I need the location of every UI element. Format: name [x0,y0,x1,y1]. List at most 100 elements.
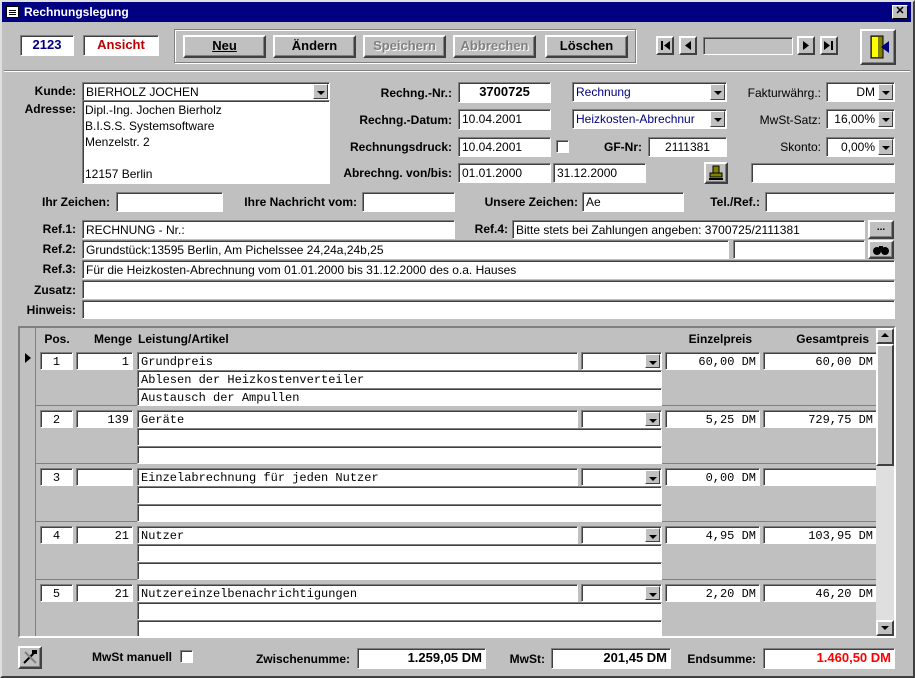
cancel-button[interactable]: Abbrechen [453,35,536,58]
abrechng-bis-field[interactable]: 31.12.2000 [553,163,646,183]
chevron-down-icon[interactable] [645,586,660,600]
gesamtpreis-field[interactable]: 729,75 DM [763,410,877,428]
leistung-line2-field[interactable] [137,544,662,562]
chevron-down-icon[interactable] [645,354,660,368]
chevron-down-icon[interactable] [645,528,660,542]
leistung-line2-field[interactable]: Ablesen der Heizkostenverteiler [137,370,662,388]
abrechng-von-field[interactable]: 01.01.2000 [458,163,551,183]
einzelpreis-field[interactable]: 5,25 DM [665,410,760,428]
scroll-thumb[interactable] [876,344,894,466]
delete-button[interactable]: Löschen [545,35,628,58]
gesamtpreis-field[interactable]: 46,20 DM [763,584,877,602]
fakturawaehrung-combo[interactable]: DM [826,82,895,102]
menge-field[interactable]: 1 [76,352,133,370]
record-selector[interactable] [20,580,36,636]
rechng-datum-field[interactable]: 10.04.2001 [458,109,551,130]
leistung-line2-field[interactable] [137,602,662,620]
new-button[interactable]: Neu [183,35,266,58]
leistung-line3-field[interactable]: Austausch der Ampullen [137,388,662,406]
ref2-extra-field[interactable] [733,240,865,259]
vertical-scrollbar[interactable] [876,328,894,636]
leistung-line3-field[interactable] [137,446,662,464]
category-combo[interactable]: Heizkosten-Abrechnur [572,109,727,129]
last-record-icon[interactable] [820,36,838,55]
extra-info-field[interactable] [751,163,895,183]
chevron-down-icon[interactable] [313,84,328,99]
close-icon[interactable]: ✕ [892,5,908,19]
artikel-combo[interactable] [581,526,662,544]
pos-field[interactable]: 1 [40,352,73,370]
leistung-field[interactable]: Einzelabrechnung für jeden Nutzer [137,468,578,486]
rechnungsdruck-field[interactable]: 10.04.2001 [458,137,551,157]
menge-field[interactable]: 21 [76,526,133,544]
leistung-line2-field[interactable] [137,428,662,446]
tel-ref-field[interactable] [765,192,895,212]
zusatz-field[interactable] [82,280,895,299]
einzelpreis-field[interactable]: 60,00 DM [665,352,760,370]
edit-button[interactable]: Ändern [273,35,356,58]
scroll-down-icon[interactable] [876,620,894,636]
rechnungsdruck-checkbox[interactable] [556,140,569,153]
binoculars-icon[interactable] [868,240,894,259]
ref1-field[interactable]: RECHNUNG - Nr.: [82,220,455,239]
stamp-icon[interactable] [704,162,728,184]
record-selector[interactable] [20,406,36,464]
unsere-zeichen-field[interactable]: Ae [582,192,684,212]
leistung-line3-field[interactable] [137,504,662,522]
mwst-satz-combo[interactable]: 16,00% [826,109,895,129]
menge-field[interactable]: 139 [76,410,133,428]
rechng-nr-field[interactable]: 3700725 [458,82,551,103]
leistung-line2-field[interactable] [137,486,662,504]
einzelpreis-field[interactable]: 4,95 DM [665,526,760,544]
menge-field[interactable] [76,468,133,486]
chevron-down-icon[interactable] [878,111,893,127]
leistung-field[interactable]: Geräte [137,410,578,428]
previous-record-icon[interactable] [679,36,697,55]
gesamtpreis-field[interactable]: 103,95 DM [763,526,877,544]
ref3-field[interactable]: Für die Heizkosten-Abrechnung vom 01.01.… [82,260,895,279]
pos-field[interactable]: 2 [40,410,73,428]
pos-field[interactable]: 4 [40,526,73,544]
gesamtpreis-field[interactable]: 60,00 DM [763,352,877,370]
chevron-down-icon[interactable] [878,84,893,100]
pos-field[interactable]: 5 [40,584,73,602]
artikel-combo[interactable] [581,410,662,428]
artikel-combo[interactable] [581,584,662,602]
adresse-field[interactable]: Dipl.-Ing. Jochen Bierholz B.I.S.S. Syst… [82,100,330,184]
gesamtpreis-field[interactable] [763,468,877,486]
chevron-down-icon[interactable] [878,139,893,155]
ref2-field[interactable]: Grundstück:13595 Berlin, Am Pichelssee 2… [82,240,729,259]
hinweis-field[interactable] [82,300,895,319]
ihr-zeichen-field[interactable] [116,192,223,212]
leistung-field[interactable]: Grundpreis [137,352,578,370]
ref-options-button[interactable]: ... [868,220,894,239]
einzelpreis-field[interactable]: 0,00 DM [665,468,760,486]
leistung-line3-field[interactable] [137,620,662,636]
first-record-icon[interactable] [656,36,674,55]
chevron-down-icon[interactable] [645,470,660,484]
scroll-up-icon[interactable] [876,328,894,344]
record-selector[interactable] [20,348,36,406]
pos-field[interactable]: 3 [40,468,73,486]
save-button[interactable]: Speichern [363,35,446,58]
gf-nr-field[interactable]: 2111381 [648,137,727,157]
next-record-icon[interactable] [797,36,815,55]
einzelpreis-field[interactable]: 2,20 DM [665,584,760,602]
menge-field[interactable]: 21 [76,584,133,602]
leistung-line3-field[interactable] [137,562,662,580]
record-selector[interactable] [20,522,36,580]
leistung-field[interactable]: Nutzereinzelbenachrichtigungen [137,584,578,602]
chevron-down-icon[interactable] [710,111,725,127]
chevron-down-icon[interactable] [710,84,725,100]
tools-icon[interactable] [18,646,42,669]
artikel-combo[interactable] [581,352,662,370]
ref4-field[interactable]: Bitte stets bei Zahlungen angeben: 37007… [512,220,865,239]
kunde-combo[interactable]: BIERHOLZ JOCHEN [82,82,330,101]
mwst-manuell-checkbox[interactable] [180,650,193,663]
record-selector[interactable] [20,464,36,522]
skonto-combo[interactable]: 0,00% [826,137,895,157]
chevron-down-icon[interactable] [645,412,660,426]
doc-type-combo[interactable]: Rechnung [572,82,727,102]
artikel-combo[interactable] [581,468,662,486]
leistung-field[interactable]: Nutzer [137,526,578,544]
